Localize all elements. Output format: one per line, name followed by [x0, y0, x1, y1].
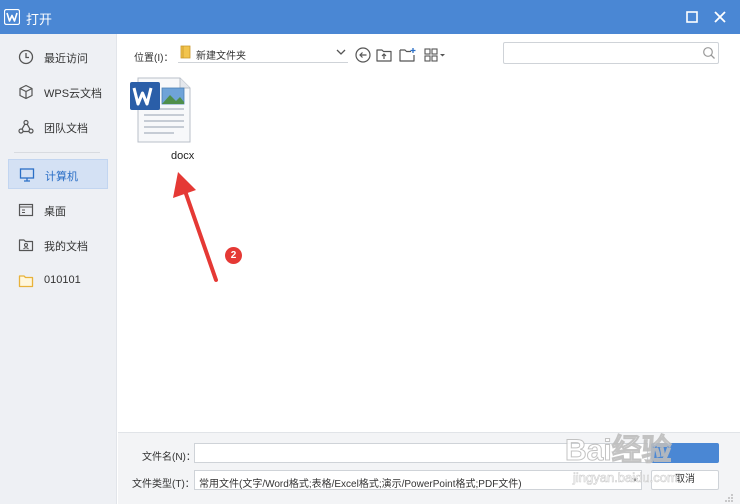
filetype-value: 常用文件(文字/Word格式;表格/Excel格式;演示/PowerPoint格…	[199, 479, 522, 490]
step-badge: 2	[225, 247, 242, 264]
filename-label: 文件名(N)：	[142, 452, 196, 463]
desktop-icon	[18, 203, 34, 217]
sidebar-item-label: 010101	[44, 274, 81, 286]
title-bar: 打开	[0, 0, 740, 34]
dialog-title: 打开	[26, 12, 53, 27]
file-name: docx	[171, 150, 195, 162]
view-grid-icon[interactable]	[423, 46, 447, 64]
search-icon[interactable]	[702, 46, 716, 60]
sidebar-item-label: 计算机	[45, 171, 78, 183]
close-icon[interactable]	[713, 10, 727, 24]
wps-logo-icon	[4, 9, 20, 25]
sidebar-item-label: 最近访问	[44, 53, 88, 65]
annotation-arrow	[173, 172, 218, 282]
filetype-select[interactable]: 常用文件(文字/Word格式;表格/Excel格式;演示/PowerPoint格…	[194, 470, 642, 490]
back-icon[interactable]	[354, 46, 372, 64]
sidebar-item-recent[interactable]: 最近访问	[8, 42, 108, 72]
sidebar-item-team[interactable]: 团队文档	[8, 112, 108, 142]
team-icon	[18, 119, 34, 134]
open-button[interactable]	[651, 443, 719, 463]
sidebar: 最近访问 WPS云文档 团队文档 计算机 桌面 我的文档 010101	[0, 34, 117, 504]
bottom-panel: 文件名(N)： 文件类型(T)： 常用文件(文字/Word格式;表格/Excel…	[118, 432, 740, 504]
monitor-icon	[19, 168, 35, 182]
folder-icon	[180, 45, 191, 59]
sidebar-item-computer[interactable]: 计算机	[8, 159, 108, 189]
up-folder-icon[interactable]	[375, 46, 393, 64]
new-folder-icon[interactable]	[398, 46, 416, 64]
sidebar-item-desktop[interactable]: 桌面	[8, 195, 108, 225]
resize-grip-icon[interactable]	[724, 493, 734, 503]
chevron-down-icon[interactable]	[335, 46, 347, 58]
location-dropdown[interactable]: 新建文件夹	[178, 43, 348, 63]
maximize-icon[interactable]	[685, 10, 699, 24]
sidebar-divider	[14, 152, 100, 153]
cancel-button[interactable]: 取消	[651, 470, 719, 490]
sidebar-item-label: 我的文档	[44, 241, 88, 253]
location-label: 位置(I)：	[134, 53, 174, 64]
sidebar-item-my-documents[interactable]: 我的文档	[8, 230, 108, 260]
folder-icon	[18, 275, 34, 288]
cube-icon	[19, 84, 33, 100]
filename-input[interactable]	[194, 443, 648, 463]
sidebar-item-wps-cloud[interactable]: WPS云文档	[8, 77, 108, 107]
sidebar-item-label: 桌面	[44, 206, 66, 218]
filetype-label: 文件类型(T)：	[132, 479, 195, 490]
location-toolbar: 位置(I)： 新建文件夹	[118, 34, 740, 74]
chevron-down-icon[interactable]	[631, 476, 639, 484]
word-document-icon	[130, 77, 191, 143]
sidebar-item-label: WPS云文档	[44, 88, 103, 100]
location-value: 新建文件夹	[196, 51, 246, 62]
file-item-docx[interactable]: docx	[126, 74, 198, 164]
sidebar-item-folder-010101[interactable]: 010101	[8, 266, 108, 296]
sidebar-item-label: 团队文档	[44, 123, 88, 135]
search-input[interactable]	[503, 42, 719, 64]
clock-icon	[18, 49, 34, 65]
my-documents-icon	[18, 239, 34, 252]
